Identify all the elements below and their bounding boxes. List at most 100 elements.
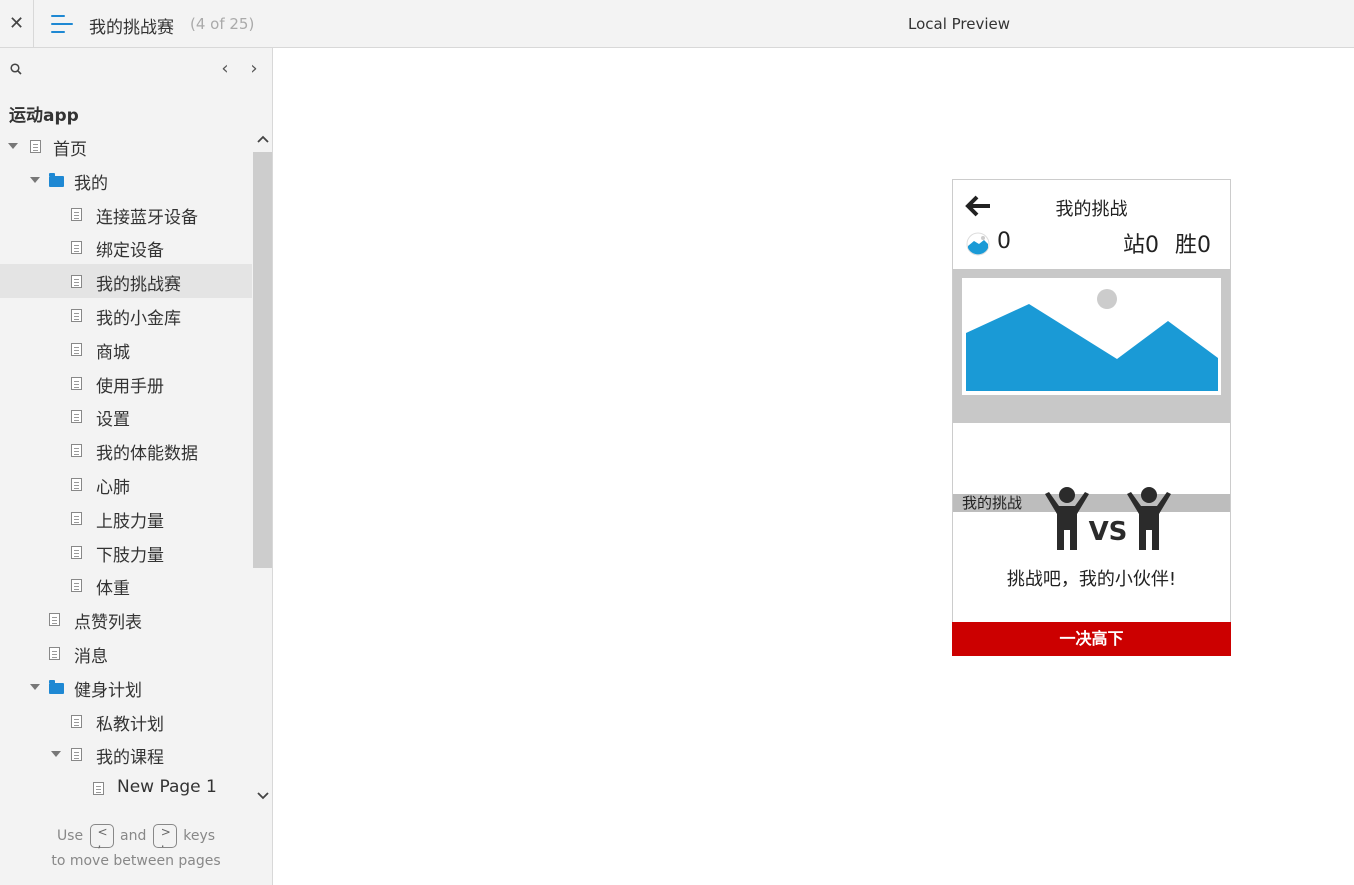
tree-item[interactable]: 我的体能数据 [0,433,252,467]
tree-item[interactable]: 健身计划 [0,670,252,704]
close-button[interactable]: ✕ [0,0,34,47]
search-icon[interactable] [10,63,22,75]
tree-item-label: New Page 1 [117,777,217,798]
top-bar: ✕ 我的挑战赛 (4 of 25) Local Preview [0,0,1354,48]
page-tree: 首页我的连接蓝牙设备 绑定设备我的挑战赛我的小金库商城使用手册设置我的体能数据 心肺… [0,129,252,805]
tree-item-label: 首页 [53,140,87,160]
image-placeholder-icon [962,278,1221,395]
tree-item[interactable]: 下肢力量 [0,535,252,569]
page-icon [71,579,82,593]
previous-page-button[interactable]: ‹ [215,58,235,79]
page-icon [49,646,60,660]
page-icon [71,241,82,255]
page-icon [71,477,82,491]
tree-item-label: 连接蓝牙设备 [96,207,198,228]
tree-item[interactable]: 我的课程 [0,737,252,771]
tree-item[interactable]: 我的挑战赛 [0,264,252,298]
caret-down-icon[interactable] [30,683,40,690]
vs-label: VS [1089,517,1128,547]
page-icon [71,410,82,424]
page-icon [71,308,82,322]
tree-item[interactable]: 首页 [0,129,252,163]
page-title: 我的挑战赛 [89,18,174,38]
challenge-banner[interactable]: 我的挑战 [953,269,1230,512]
scroll-down-button[interactable] [254,789,272,803]
chevron-up-icon [257,135,269,143]
menu-icon[interactable] [51,15,73,33]
challenge-button[interactable]: 一决高下 [952,622,1231,656]
tree-item[interactable]: 我的 [0,163,252,197]
battle-count: 站0 [1123,233,1159,258]
tree-item[interactable]: 绑定设备 [0,230,252,264]
tree-item[interactable]: 点赞列表 [0,602,252,636]
scrollbar-thumb[interactable] [253,152,272,568]
tree-item[interactable]: 私教计划 [0,704,252,738]
page-icon [71,748,82,762]
page-icon [93,782,104,796]
tree-item-label: 体重 [96,579,130,600]
page-icon [71,511,82,525]
tree-item[interactable]: 使用手册 [0,366,252,400]
tree-item-label: 设置 [96,410,130,431]
project-name: 运动app [9,106,79,126]
key-prev-icon: < , [89,824,114,849]
tree-item[interactable]: 连接蓝牙设备 [0,197,252,231]
folder-icon [49,172,64,187]
phone-title: 我的挑战 [1055,199,1128,220]
page-icon [71,342,82,356]
help-and: and [120,828,147,844]
preview-title: Local Preview [908,15,1011,33]
tree-item[interactable]: New Page 1 [0,771,252,805]
win-count: 胜0 [1175,233,1211,258]
tree-item-label: 使用手册 [96,376,164,397]
caret-down-icon[interactable] [8,143,18,149]
page-count: (4 of 25) [190,15,255,33]
tree-item-label: 私教计划 [96,714,164,735]
caret-down-icon[interactable] [51,751,61,758]
tree-item-label: 心肺 [96,477,130,498]
page-icon [71,714,82,728]
page-icon [71,444,82,458]
tree-item[interactable]: 消息 [0,636,252,670]
coin-value: 0 [997,229,1011,254]
page-icon [71,207,82,221]
sidebar: ‹ › 运动app 首页我的连接蓝牙设备 绑定设备我的挑战赛我的小金库商城使用手册… [0,48,273,885]
chevron-down-icon [257,792,269,800]
tree-item-label: 绑定设备 [96,241,164,262]
tree-item[interactable]: 上肢力量 [0,501,252,535]
tree-item[interactable]: 设置 [0,399,252,433]
page-icon [71,275,82,289]
page-icon [71,376,82,390]
tree-item-label: 我的课程 [96,748,164,769]
tree-item-label: 上肢力量 [96,511,164,532]
help-use: Use [56,828,84,844]
page-icon [71,545,82,559]
page-icon [49,613,60,627]
tree-item[interactable]: 商城 [0,332,252,366]
tree-item-label: 我的挑战赛 [96,275,181,296]
vs-players-icon: VS [1045,487,1171,550]
tree-item[interactable]: 我的小金库 [0,298,252,332]
tree-item-label: 下肢力量 [96,545,164,566]
page-icon [30,140,41,153]
tree-item-label: 商城 [96,342,130,363]
tree-item-label: 消息 [74,646,108,667]
tree-item-label: 我的小金库 [96,308,181,329]
tree-item-label: 我的 [74,173,108,194]
key-next-icon: > . [152,824,177,849]
tree-item-label: 点赞列表 [74,613,142,634]
next-page-button[interactable]: › [244,58,264,79]
caret-down-icon[interactable] [30,176,40,183]
tree-item-label: 我的体能数据 [96,444,198,465]
keyboard-help: Use < , and > . keys to move between pag… [0,824,272,874]
phone-preview: 我的挑战 0 站0 胜0 我的挑战 VS 挑战吧，我的小伙伴! 一决高下 [952,179,1231,656]
coin-icon [966,232,990,256]
folder-icon [49,679,64,694]
tree-item[interactable]: 体重 [0,568,252,602]
challenge-slogan: 挑战吧，我的小伙伴! [1006,569,1177,590]
tree-item[interactable]: 心肺 [0,467,252,501]
scroll-up-button[interactable] [254,132,272,146]
help-keys: keys [183,828,216,844]
tree-item-label: 健身计划 [74,680,142,701]
help-line2: to move between pages [51,853,221,869]
